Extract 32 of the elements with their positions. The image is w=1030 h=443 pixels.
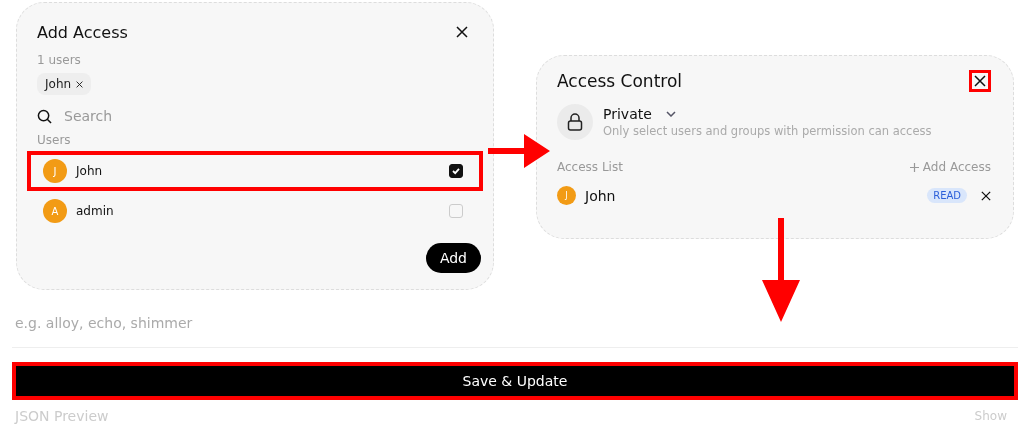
- search-field[interactable]: Search: [62, 107, 262, 125]
- check-icon: [451, 166, 461, 176]
- chip-label: John: [45, 77, 72, 91]
- dialog-title: Access Control: [557, 71, 683, 91]
- selected-count: 1 users: [37, 53, 82, 67]
- close-icon: [981, 190, 991, 201]
- dialog-title: Add Access: [37, 22, 128, 42]
- section-label: Users: [37, 133, 72, 147]
- user-name: admin: [76, 204, 114, 218]
- checkbox[interactable]: [449, 164, 463, 178]
- close-icon: [974, 75, 986, 87]
- visibility-description: Only select users and groups with permission can access: [603, 124, 932, 138]
- add-button[interactable]: Add: [425, 243, 481, 273]
- close-icon: [76, 80, 84, 88]
- user-row[interactable]: J John: [27, 151, 483, 191]
- lock-icon: [567, 113, 583, 131]
- chevron-down-icon: [665, 111, 676, 117]
- section-label: Access List: [557, 160, 623, 174]
- close-icon: [456, 26, 468, 38]
- plus-icon: [909, 162, 919, 172]
- user-name: John: [585, 187, 616, 204]
- avatar: J: [43, 159, 67, 183]
- user-name: John: [76, 164, 103, 178]
- remove-button[interactable]: [981, 190, 991, 201]
- visibility-select[interactable]: Private: [603, 106, 676, 122]
- save-button[interactable]: Save & Update: [12, 362, 1018, 400]
- search-icon: [37, 108, 52, 124]
- close-button[interactable]: [969, 70, 991, 92]
- permission-tag: READ: [927, 188, 967, 203]
- user-row[interactable]: A admin: [27, 191, 483, 231]
- avatar: A: [43, 199, 67, 223]
- avatar: J: [557, 186, 576, 205]
